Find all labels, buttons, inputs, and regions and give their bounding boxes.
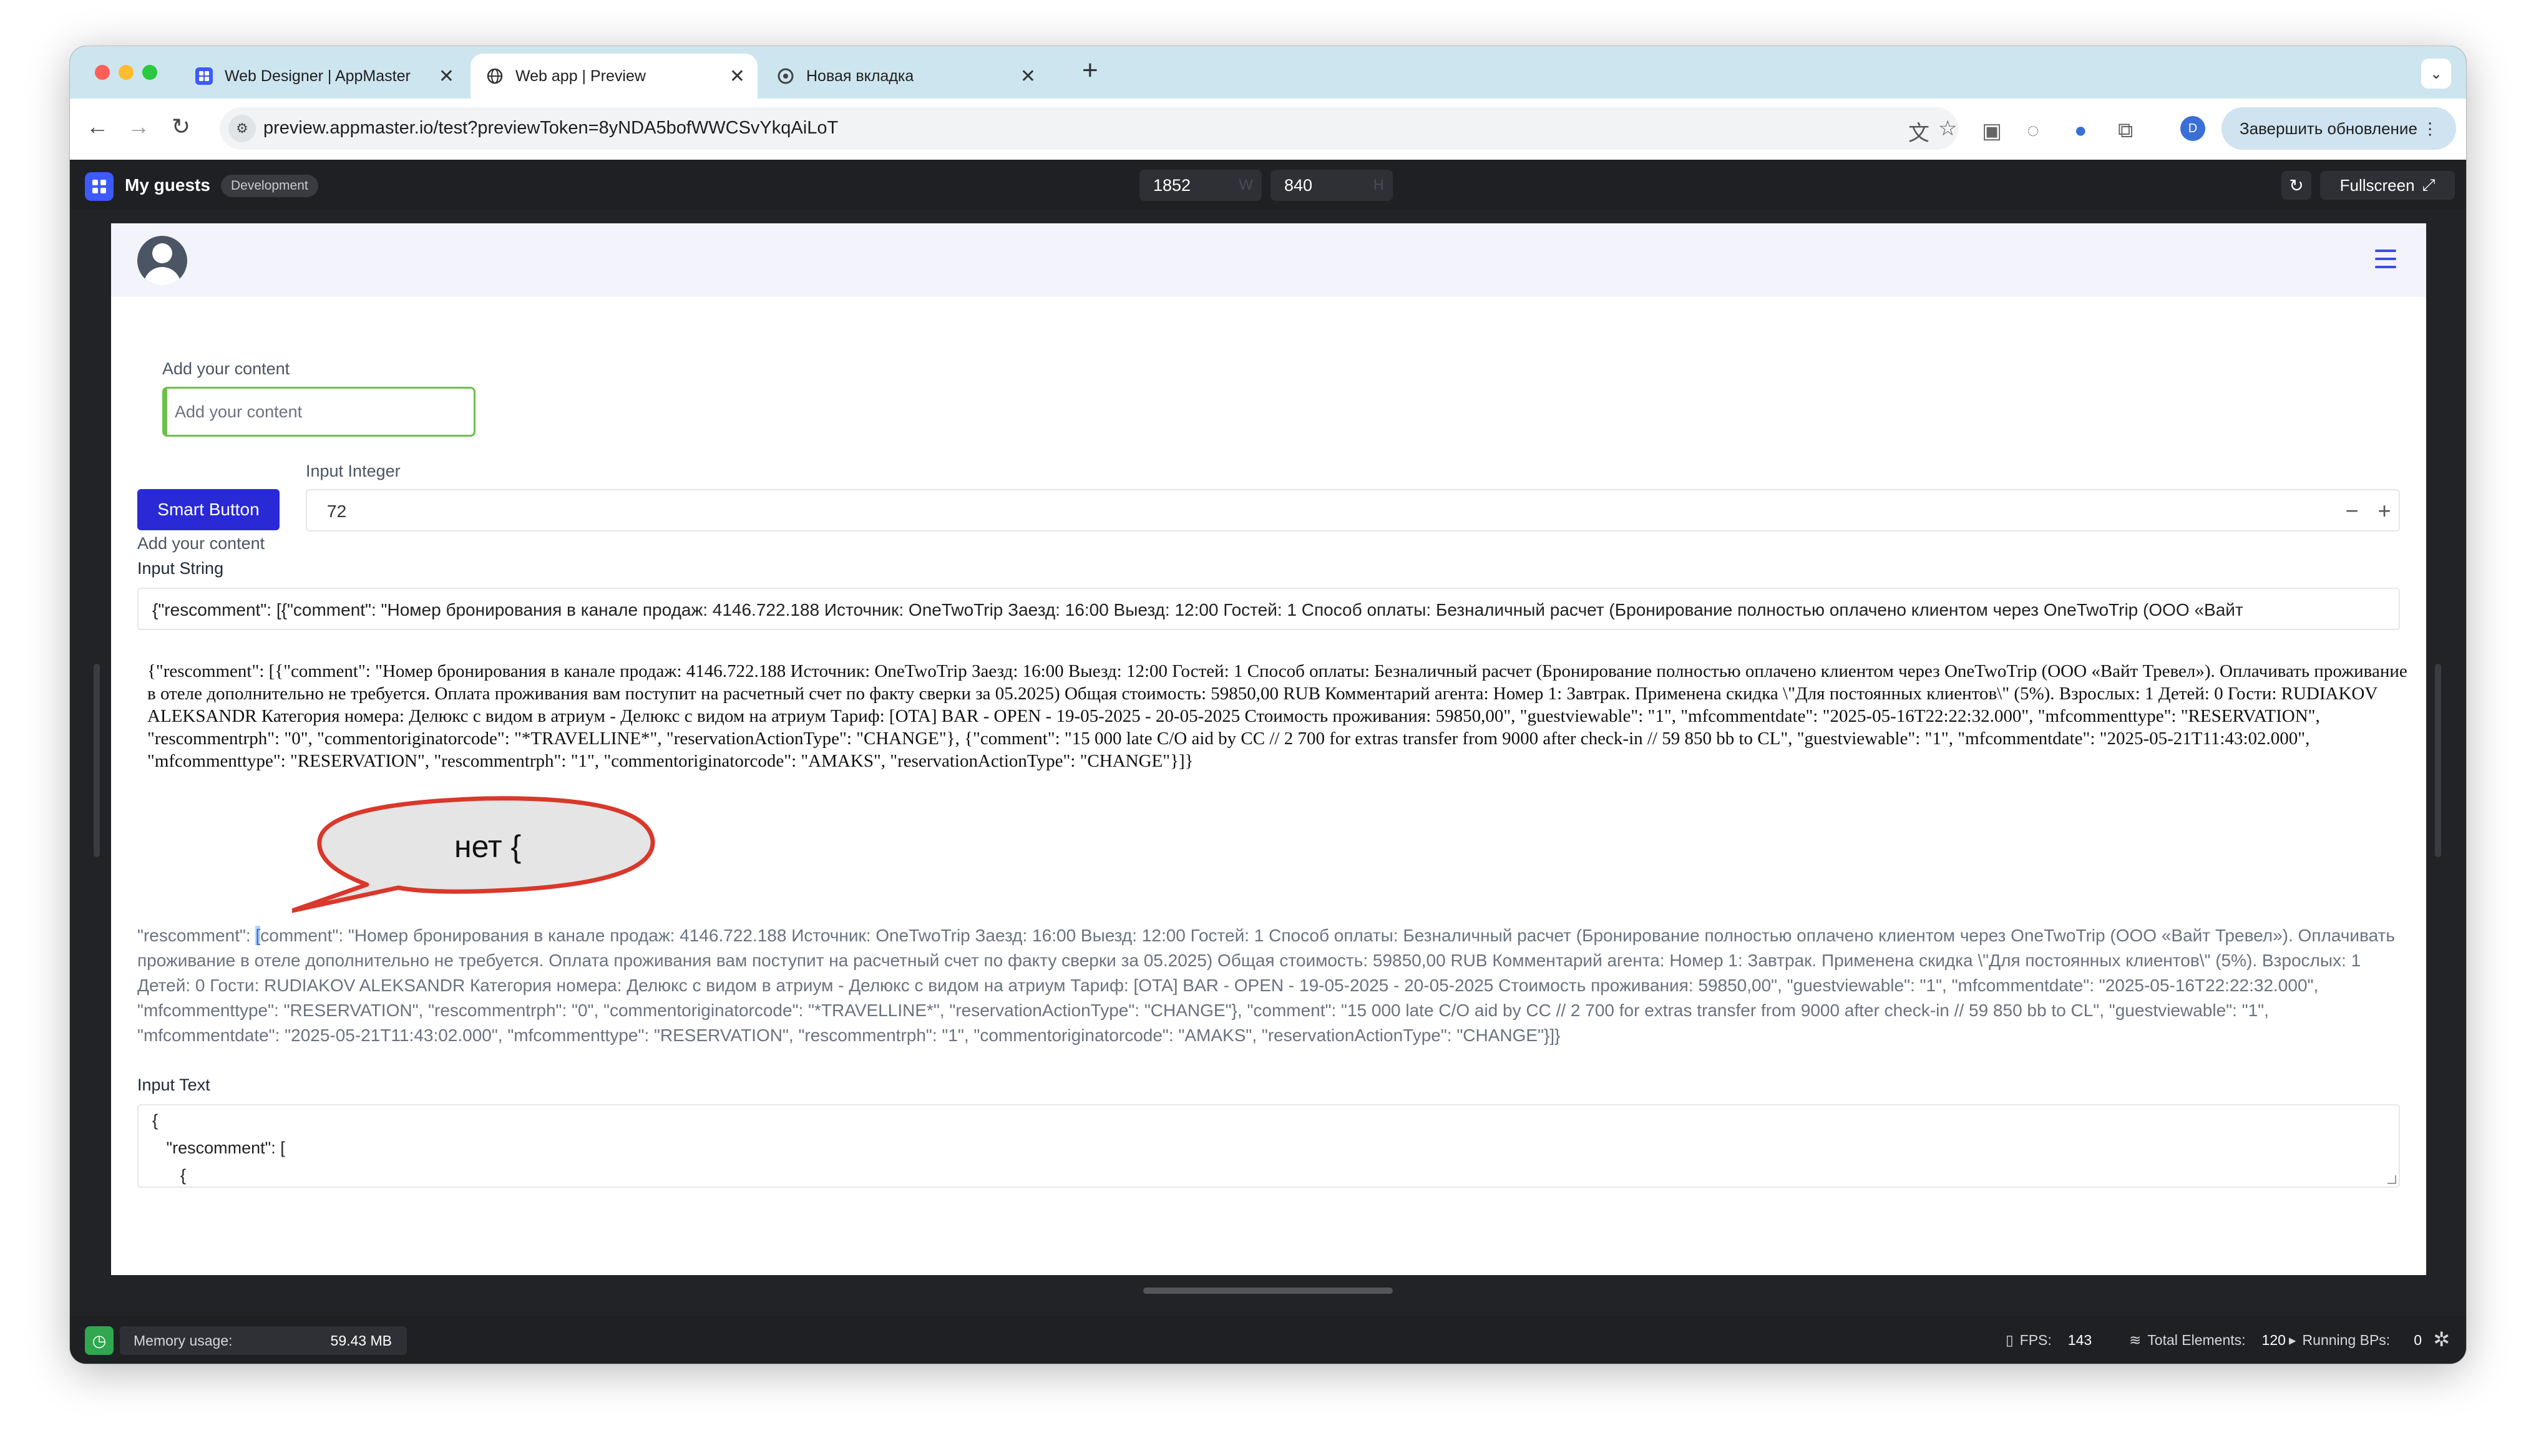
annotation-text: нет {	[454, 829, 522, 864]
bps-stat: ▸ Running BPs: 0	[2289, 1332, 2422, 1349]
bps-value: 0	[2414, 1332, 2422, 1348]
increment-button[interactable]: +	[2374, 498, 2395, 524]
globe-favicon-icon	[485, 67, 504, 85]
new-tab-button[interactable]: +	[1082, 55, 1098, 86]
input-text-area[interactable]: { "rescomment": [ {	[137, 1104, 2400, 1188]
tab-strip: Web Designer | AppMaster ✕ Web app | Pre…	[70, 46, 2466, 99]
bps-label: Running BPs:	[2302, 1332, 2391, 1348]
width-input[interactable]: 1852 W	[1139, 170, 1262, 201]
input-integer-label: Input Integer	[306, 462, 401, 480]
app-name: My guests	[125, 175, 210, 195]
site-settings-icon[interactable]: ⚙	[228, 115, 256, 142]
tab-web-designer[interactable]: Web Designer | AppMaster ✕	[180, 54, 467, 99]
speedometer-icon: ◷	[85, 1326, 114, 1355]
window-minimize-button[interactable]	[119, 65, 134, 80]
width-unit: W	[1239, 177, 1253, 193]
hamburger-menu-icon[interactable]	[2375, 250, 2396, 268]
right-scrollbar[interactable]	[2435, 664, 2441, 857]
tab-web-app-preview[interactable]: Web app | Preview ✕	[471, 54, 758, 99]
play-icon: ▸	[2289, 1332, 2296, 1348]
fps-value: 143	[2067, 1332, 2092, 1348]
width-value: 1852	[1153, 176, 1191, 195]
tab-new-tab[interactable]: Новая вкладка ✕	[761, 54, 1048, 99]
url-text: preview.appmaster.io/test?previewToken=8…	[263, 118, 839, 138]
input-string-label: Input String	[137, 559, 224, 578]
tab-close-icon[interactable]: ✕	[1020, 66, 1036, 87]
input-string-field[interactable]: {"rescomment": [{"comment": "Номер брони…	[137, 588, 2400, 630]
input-integer-value: 72	[327, 502, 347, 521]
input-string-value: {"rescomment": [{"comment": "Номер брони…	[152, 600, 2243, 619]
tab-close-icon[interactable]: ✕	[439, 66, 454, 87]
star-icon[interactable]: ☆	[1938, 116, 1957, 141]
browser-window: Web Designer | AppMaster ✕ Web app | Pre…	[70, 46, 2466, 1364]
smart-button[interactable]: Smart Button	[137, 489, 280, 530]
tab-title: Web Designer | AppMaster	[225, 67, 411, 85]
left-scrollbar[interactable]	[94, 664, 100, 857]
status-bar: ◷ Memory usage: 59.43 MB ▯ FPS: 143 ≋ To…	[70, 1316, 2466, 1364]
extension-icon[interactable]: ▣	[1982, 119, 2002, 143]
content-field[interactable]	[167, 389, 474, 435]
height-value: 840	[1284, 176, 1313, 195]
address-bar[interactable]: ⚙ preview.appmaster.io/test?previewToken…	[220, 107, 1958, 150]
forward-arrow-icon[interactable]: →	[124, 114, 154, 140]
puzzle-icon[interactable]: ⧉	[2118, 119, 2133, 143]
plain-text-prefix: "rescomment":	[137, 926, 256, 945]
layers-icon: ≋	[2129, 1332, 2142, 1348]
user-avatar-icon[interactable]	[137, 236, 187, 286]
fps-stat: ▯ FPS: 143	[2006, 1332, 2092, 1349]
height-input[interactable]: 840 H	[1270, 170, 1393, 201]
plain-text-rest: comment": "Номер бронирования в канале п…	[137, 926, 2395, 1045]
resize-handle-icon[interactable]	[2387, 1175, 2396, 1184]
tab-title: Web app | Preview	[515, 67, 646, 85]
fullscreen-button[interactable]: Fullscreen ⤢	[2320, 171, 2455, 200]
extension-icon[interactable]: ●	[2074, 119, 2087, 143]
content-label: Add your content	[162, 359, 290, 378]
json-text-block: {"rescomment": [{"comment": "Номер брони…	[147, 661, 2407, 771]
fps-icon: ▯	[2006, 1332, 2014, 1348]
expand-icon: ⤢	[2422, 175, 2436, 194]
smart-button-caption: Add your content	[137, 534, 265, 553]
memory-label: Memory usage:	[134, 1332, 233, 1349]
memory-usage: Memory usage: 59.43 MB	[120, 1326, 407, 1355]
window-zoom-button[interactable]	[142, 65, 157, 80]
app-logo-icon	[85, 172, 114, 201]
refresh-icon[interactable]: ↻	[2281, 171, 2311, 200]
chrome-favicon-icon	[776, 67, 795, 85]
update-browser-button[interactable]: Завершить обновление ⋮	[2221, 107, 2456, 150]
tab-title: Новая вкладка	[806, 67, 914, 85]
appmaster-favicon-icon	[195, 67, 213, 85]
reload-icon[interactable]: ↻	[166, 114, 196, 140]
profile-avatar[interactable]: D	[2180, 116, 2205, 141]
horizontal-scroll-handle[interactable]	[1143, 1288, 1393, 1294]
browser-toolbar: ← → ↻ ⚙ preview.appmaster.io/test?previe…	[70, 99, 2466, 160]
height-unit: H	[1373, 177, 1384, 193]
memory-value: 59.43 MB	[330, 1332, 392, 1349]
back-arrow-icon[interactable]: ←	[82, 114, 112, 140]
plain-json-text: "rescomment": [comment": "Номер брониров…	[137, 923, 2396, 1048]
elements-stat: ≋ Total Elements: 120	[2129, 1332, 2286, 1349]
input-integer-field[interactable]: 72 − +	[306, 489, 2400, 531]
decrement-button[interactable]: −	[2341, 498, 2363, 524]
fullscreen-label: Fullscreen	[2339, 175, 2415, 195]
window-close-button[interactable]	[95, 65, 110, 80]
elements-value: 120	[2261, 1332, 2286, 1348]
app-header	[111, 223, 2426, 297]
app-page: Add your content Input Integer Smart But…	[111, 223, 2426, 1275]
tab-search-icon[interactable]: ⌄	[2421, 59, 2451, 89]
elements-label: Total Elements:	[2147, 1332, 2246, 1348]
tab-close-icon[interactable]: ✕	[729, 66, 745, 87]
input-text-value: { "rescomment": [ {	[152, 1111, 285, 1185]
preview-bar: My guests Development 1852 W 840 H ↻ Ful…	[70, 160, 2466, 210]
bug-icon[interactable]: ✲	[2433, 1327, 2450, 1351]
translate-icon[interactable]: 文	[1908, 116, 1929, 147]
fps-label: FPS:	[2019, 1332, 2052, 1348]
environment-badge: Development	[221, 175, 318, 197]
input-text-label: Input Text	[137, 1075, 210, 1094]
extension-icon[interactable]: ◌	[2027, 119, 2039, 143]
content-input[interactable]	[162, 387, 476, 437]
